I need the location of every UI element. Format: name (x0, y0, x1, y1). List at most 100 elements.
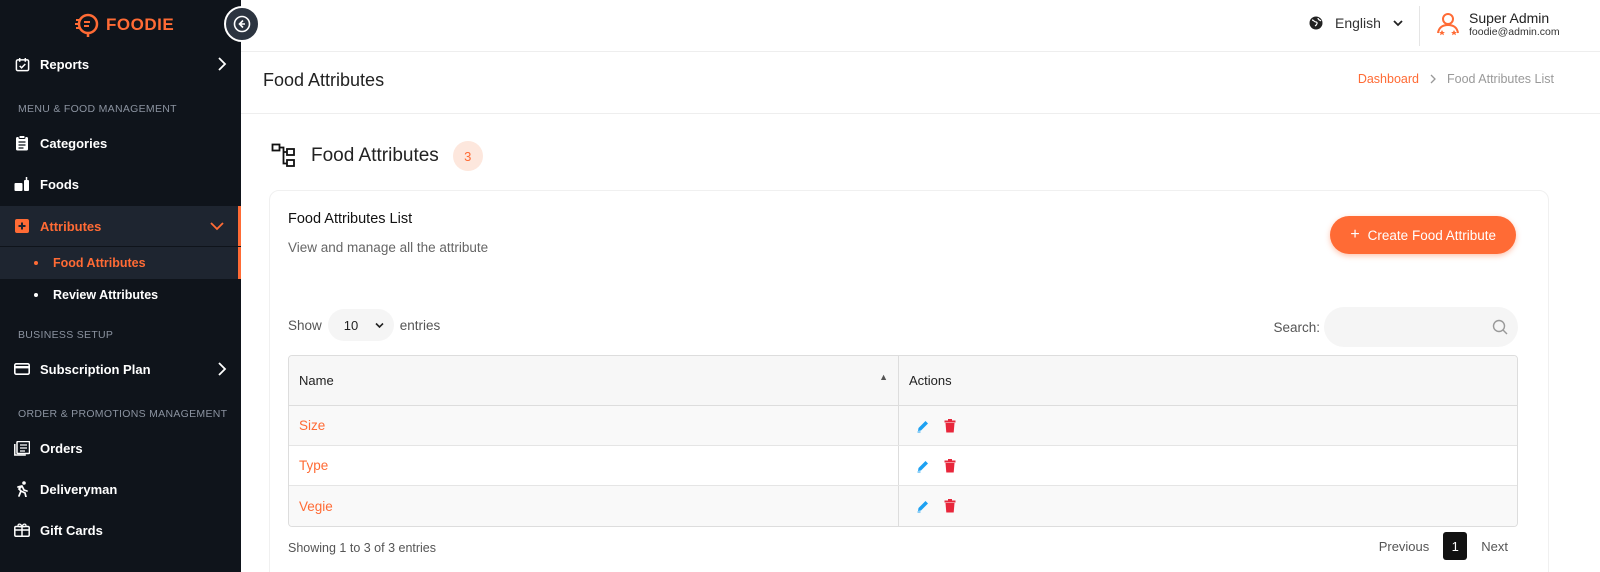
sidebar-item-label: Categories (40, 135, 108, 151)
sidebar-item-label: Reports (40, 56, 90, 72)
search-control: Search: (1273, 307, 1518, 347)
chevron-down-icon (210, 222, 224, 231)
column-header-label: Name (299, 373, 334, 388)
sidebar-item-gift-cards[interactable]: Gift Cards (0, 510, 241, 550)
attribute-name-link[interactable]: Vegie (289, 486, 899, 526)
table-header-row: Name ▲ Actions (289, 356, 1517, 406)
sidebar-item-label: Orders (40, 440, 83, 456)
chevron-down-icon (1393, 20, 1403, 27)
sidebar-item-orders[interactable]: Orders (0, 428, 241, 468)
pagination-page-current[interactable]: 1 (1443, 532, 1468, 560)
sidebar-item-label: Foods (40, 176, 79, 192)
globe-icon (1309, 16, 1323, 30)
column-header-actions: Actions (899, 356, 1517, 405)
column-header-name[interactable]: Name ▲ (289, 356, 899, 405)
count-badge: 3 (452, 141, 483, 171)
section-label-orders: ORDER & PROMOTIONS MANAGEMENT (18, 408, 228, 420)
top-header: English Super Admin foodie@admin.com (241, 0, 1600, 52)
search-input[interactable] (1324, 307, 1518, 347)
entries-select-value: 10 (343, 317, 359, 333)
orders-list-icon (14, 440, 30, 456)
attribute-name-link[interactable]: Type (289, 446, 899, 485)
row-actions (899, 446, 1517, 485)
plus-icon: + (1350, 226, 1360, 243)
delete-trash-icon[interactable] (944, 418, 956, 433)
column-header-label: Actions (909, 373, 952, 388)
user-name: Super Admin (1469, 10, 1550, 26)
search-icon (1492, 319, 1508, 335)
sidebar-item-subscription-plan[interactable]: Subscription Plan (0, 349, 241, 389)
sidebar-item-deliveryman[interactable]: Deliveryman (0, 469, 241, 509)
sidebar-item-label: Gift Cards (40, 522, 103, 538)
chevron-right-icon (1430, 74, 1436, 84)
sidebar: FOODIE Reports MENU & FOOD MANAGEMENT Ca… (0, 0, 241, 572)
sort-ascending-icon: ▲ (879, 372, 888, 382)
entries-label: entries (399, 317, 441, 333)
table-info: Showing 1 to 3 of 3 entries (288, 541, 437, 555)
attributes-card: Food Attributes List View and manage all… (269, 190, 1549, 572)
sidebar-item-categories[interactable]: Categories (0, 123, 241, 163)
breadcrumb: Dashboard Food Attributes List (1358, 72, 1554, 86)
language-selector[interactable]: English (1309, 15, 1403, 31)
arrow-left-circle-icon (233, 15, 251, 33)
show-label: Show (288, 317, 322, 333)
delete-trash-icon[interactable] (944, 499, 956, 513)
bullet-dot (34, 261, 38, 265)
card-subtitle: View and manage all the attribute (288, 240, 489, 255)
gift-card-icon (14, 522, 30, 538)
chevron-down-icon (375, 322, 384, 328)
breadcrumb-dashboard-link[interactable]: Dashboard (1358, 72, 1419, 86)
language-label: English (1335, 15, 1381, 31)
user-email: foodie@admin.com (1469, 26, 1560, 38)
table-row: Size (289, 406, 1517, 446)
calendar-check-icon (14, 56, 30, 72)
brand-logo[interactable]: FOODIE (74, 12, 174, 38)
bullet-dot (34, 293, 38, 297)
running-person-icon (14, 481, 30, 497)
edit-pencil-icon[interactable] (916, 419, 930, 433)
plus-square-icon (14, 218, 30, 234)
sidebar-item-foods[interactable]: Foods (0, 164, 241, 204)
foodie-logo-icon (75, 13, 99, 37)
user-avatar-icon (1437, 13, 1459, 36)
attribute-name-link[interactable]: Size (289, 406, 899, 445)
user-menu[interactable]: Super Admin foodie@admin.com (1435, 10, 1560, 38)
clipboard-icon (14, 135, 30, 151)
entries-select[interactable]: 10 (327, 309, 394, 341)
sidebar-subitem-food-attributes[interactable]: Food Attributes (0, 247, 241, 279)
edit-pencil-icon[interactable] (916, 459, 930, 473)
sidebar-item-attributes[interactable]: Attributes (0, 206, 241, 246)
section-title: Food Attributes (311, 145, 439, 166)
breadcrumb-current: Food Attributes List (1446, 72, 1554, 86)
page-title: Food Attributes (263, 70, 385, 90)
sidebar-item-reports[interactable]: Reports (0, 44, 241, 84)
chevron-right-icon (218, 57, 227, 71)
sidebar-subitem-label: Food Attributes (53, 256, 146, 270)
pagination-previous[interactable]: Previous (1379, 539, 1430, 554)
table-row: Vegie (289, 486, 1517, 526)
sidebar-subitem-label: Review Attributes (53, 288, 159, 302)
section-label-business: BUSINESS SETUP (18, 329, 114, 341)
delete-trash-icon[interactable] (944, 458, 956, 473)
sidebar-collapse-button[interactable] (224, 6, 260, 42)
row-actions (899, 486, 1517, 526)
sidebar-subitem-review-attributes[interactable]: Review Attributes (0, 279, 241, 311)
search-label: Search: (1273, 319, 1320, 335)
entries-length-control: Show 10 entries (288, 309, 440, 341)
page-header: Food Attributes Dashboard Food Attribute… (241, 52, 1600, 114)
create-food-attribute-button[interactable]: + Create Food Attribute (1330, 216, 1516, 254)
row-actions (899, 406, 1517, 445)
pagination-next[interactable]: Next (1481, 539, 1508, 554)
food-icon (14, 176, 30, 192)
chevron-right-icon (218, 362, 227, 376)
edit-pencil-icon[interactable] (916, 499, 930, 513)
pagination: Previous 1 Next (1379, 532, 1508, 560)
sidebar-item-label: Deliveryman (40, 481, 118, 497)
section-header: Food Attributes 3 (271, 141, 483, 171)
main-content: Food Attributes 3 Food Attributes List V… (241, 114, 1600, 572)
attributes-table: Name ▲ Actions Size Type Vegie (288, 355, 1518, 527)
section-label-menu: MENU & FOOD MANAGEMENT (18, 103, 177, 115)
brand-name: FOODIE (106, 15, 175, 34)
sidebar-item-label: Attributes (40, 218, 102, 234)
table-row: Type (289, 446, 1517, 486)
